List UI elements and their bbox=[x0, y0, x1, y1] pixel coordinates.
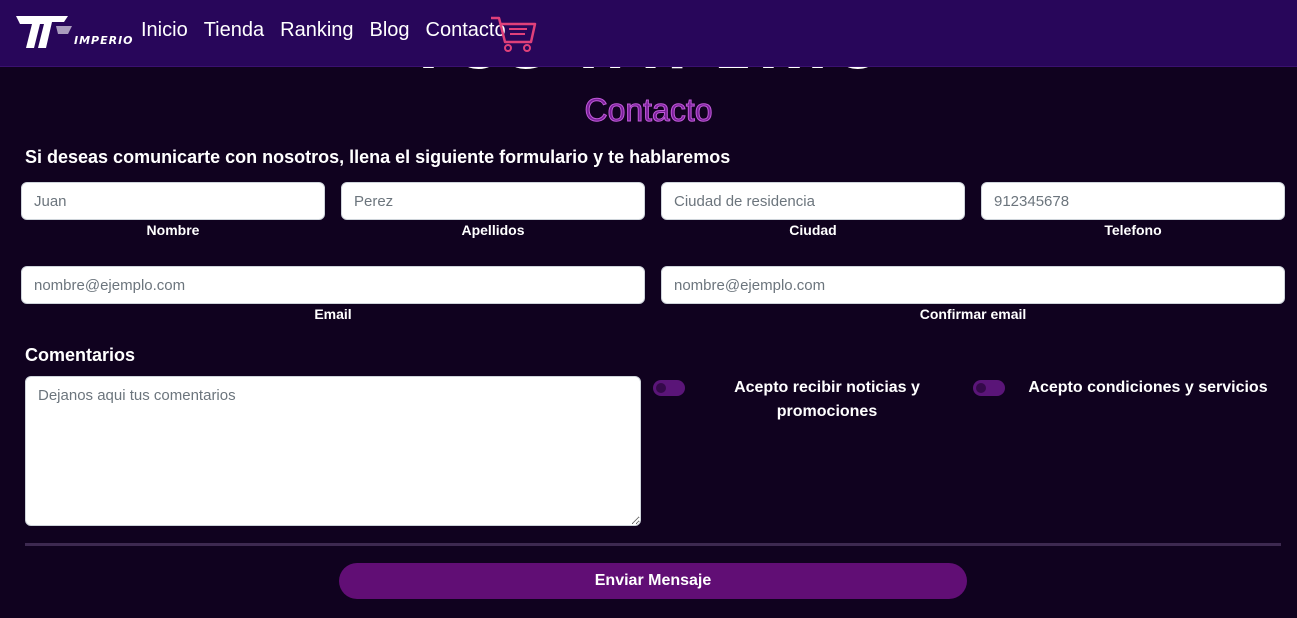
confirm-email-input[interactable] bbox=[661, 266, 1285, 304]
nav-ranking[interactable]: Ranking bbox=[280, 17, 353, 43]
main-nav: Inicio Tienda Ranking Blog Contacto bbox=[141, 17, 522, 43]
news-toggle-label: Acepto recibir noticias y promociones bbox=[734, 379, 920, 420]
navbar: IMPERIO Inicio Tienda Ranking Blog Conta… bbox=[0, 0, 1297, 67]
news-toggle[interactable] bbox=[653, 380, 685, 396]
ciudad-input[interactable] bbox=[661, 182, 965, 220]
comments-label: Comentarios bbox=[25, 345, 136, 365]
ciudad-label: Ciudad bbox=[789, 222, 837, 238]
nav-tienda[interactable]: Tienda bbox=[204, 17, 264, 43]
apellidos-label: Apellidos bbox=[461, 222, 525, 238]
section-title: Contacto bbox=[584, 92, 713, 129]
contact-page: TCG IMPERIO IMPERIO Inicio Tienda Rankin… bbox=[0, 0, 1297, 618]
comments-textarea[interactable] bbox=[25, 376, 641, 526]
telefono-label: Telefono bbox=[1104, 222, 1162, 238]
telefono-input[interactable] bbox=[981, 182, 1285, 220]
terms-toggle-label: Acepto condiciones y servicios bbox=[1028, 379, 1268, 396]
logo-text: IMPERIO bbox=[74, 34, 134, 47]
send-message-button[interactable]: Enviar Mensaje bbox=[339, 563, 967, 599]
nav-blog[interactable]: Blog bbox=[370, 17, 410, 43]
nav-inicio[interactable]: Inicio bbox=[141, 17, 188, 43]
shopping-cart-icon[interactable] bbox=[489, 14, 539, 54]
logo[interactable]: IMPERIO bbox=[16, 12, 133, 52]
email-label: Email bbox=[314, 306, 352, 322]
email-input[interactable] bbox=[21, 266, 645, 304]
nombre-input[interactable] bbox=[21, 182, 325, 220]
divider bbox=[25, 543, 1281, 546]
apellidos-input[interactable] bbox=[341, 182, 645, 220]
confirm-email-label: Confirmar email bbox=[919, 306, 1027, 322]
terms-toggle[interactable] bbox=[973, 380, 1005, 396]
nombre-label: Nombre bbox=[146, 222, 200, 238]
intro-text: Si deseas comunicarte con nosotros, llen… bbox=[25, 147, 731, 167]
